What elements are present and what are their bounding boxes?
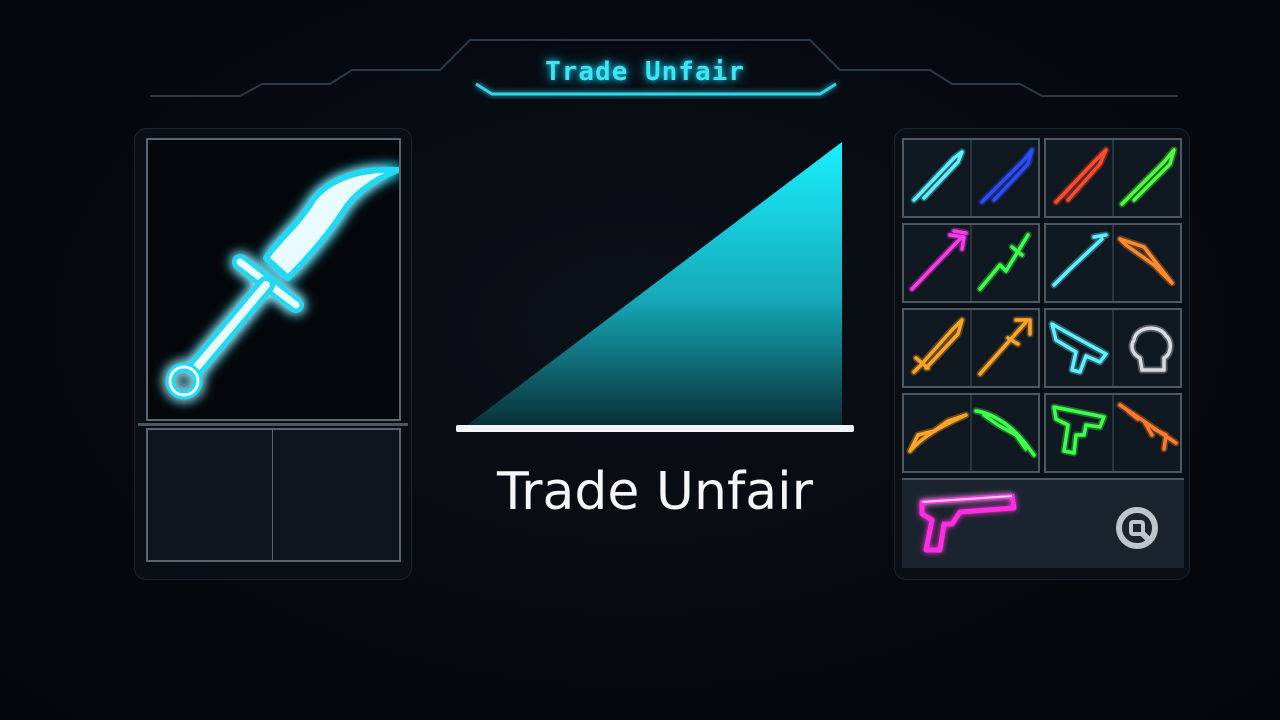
orange-spear-icon bbox=[976, 316, 1034, 378]
green-bow-icon bbox=[972, 407, 1038, 459]
offer-slot-1[interactable] bbox=[146, 428, 273, 562]
offer-slot-2[interactable] bbox=[272, 428, 401, 562]
green-dagger-icon bbox=[1118, 146, 1178, 208]
page-title: Trade Unfair bbox=[545, 57, 745, 87]
orange-knife-icon bbox=[1116, 235, 1176, 287]
magenta-pistol-icon bbox=[919, 493, 1017, 553]
green-pistol-icon bbox=[1050, 403, 1108, 457]
orange-rifle-icon bbox=[1116, 401, 1180, 453]
offer-item-slot[interactable] bbox=[146, 138, 401, 421]
trade-status-label: Trade Unfair bbox=[497, 462, 813, 522]
orange-dagger-icon bbox=[910, 316, 966, 376]
inventory-slot[interactable] bbox=[902, 223, 1040, 303]
inventory-slot[interactable] bbox=[1044, 308, 1182, 388]
inventory-slot[interactable] bbox=[1044, 138, 1182, 218]
green-spear-icon bbox=[976, 231, 1032, 293]
inventory-slot[interactable] bbox=[902, 393, 1040, 473]
mystery-fist-icon bbox=[1128, 324, 1174, 374]
inventory-slot[interactable] bbox=[902, 308, 1040, 388]
cyan-neon-sword-icon bbox=[165, 166, 401, 400]
fairness-meter-fill bbox=[466, 142, 842, 426]
magenta-trident-icon bbox=[908, 227, 970, 293]
cyan-rifle-icon bbox=[1048, 320, 1110, 376]
offer-divider bbox=[138, 423, 408, 426]
fairness-meter bbox=[466, 142, 842, 426]
blue-dagger-icon bbox=[978, 146, 1036, 206]
title-banner: Trade Unfair bbox=[480, 50, 810, 94]
cyan-dagger-icon bbox=[910, 148, 966, 204]
inventory-slot[interactable] bbox=[902, 138, 1040, 218]
cyan-blade-icon bbox=[1050, 231, 1110, 289]
q-key-icon[interactable] bbox=[1113, 504, 1161, 552]
red-dagger-icon bbox=[1052, 146, 1110, 206]
inventory-slot[interactable] bbox=[1044, 223, 1182, 303]
fairness-meter-baseline bbox=[456, 425, 854, 432]
featured-item-slot[interactable] bbox=[902, 478, 1184, 568]
orange-bow-icon bbox=[906, 411, 970, 455]
inventory-slot[interactable] bbox=[1044, 393, 1182, 473]
